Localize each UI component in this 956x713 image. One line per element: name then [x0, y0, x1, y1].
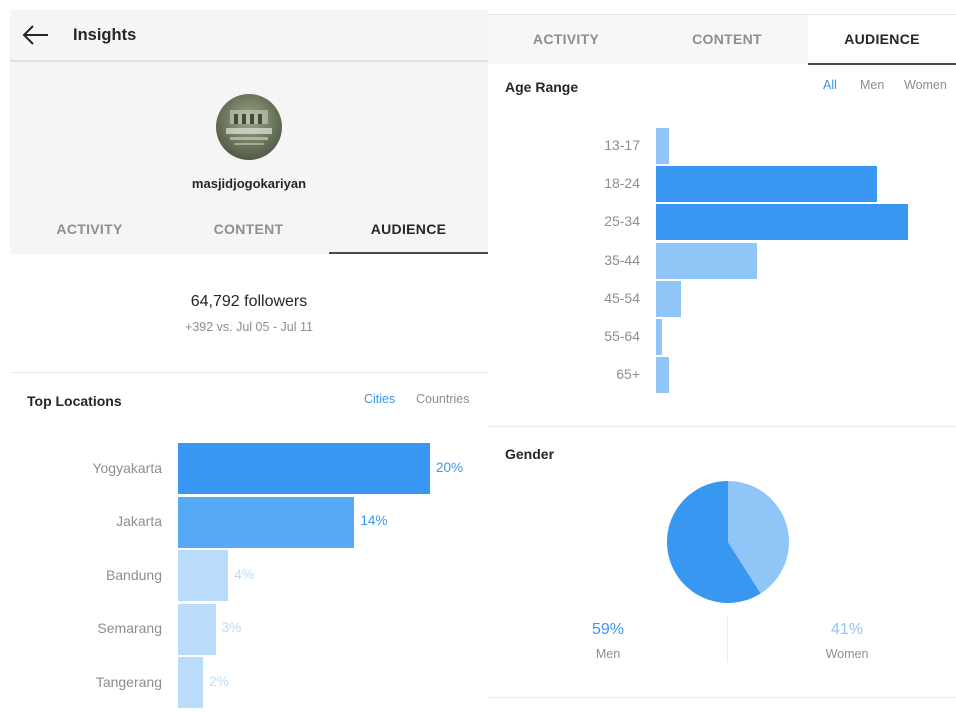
- age-men-toggle[interactable]: Men: [860, 78, 884, 92]
- location-label: Bandung: [105, 566, 162, 583]
- age-range-bar: [656, 128, 669, 164]
- gender-title: Gender: [505, 446, 555, 462]
- divider: [727, 616, 728, 662]
- followers-growth: +392 vs. Jul 05 - Jul 11: [185, 320, 313, 334]
- location-label: Jakarta: [116, 513, 162, 529]
- page-title: Insights: [73, 26, 137, 44]
- arrow-left-icon[interactable]: [22, 23, 50, 47]
- age-range-label: 65+: [616, 366, 640, 383]
- gender-men-value: 59%: [591, 621, 625, 638]
- mosque-logo-icon: [226, 110, 272, 145]
- age-range-label: 45-54: [604, 289, 640, 306]
- location-percent: 3%: [221, 620, 242, 635]
- age-range-label: 18-24: [604, 175, 640, 192]
- tab-activity[interactable]: ACTIVITY: [488, 15, 644, 65]
- gender-men-label: Men: [595, 647, 621, 661]
- location-bar: [178, 603, 216, 655]
- tab-audience[interactable]: AUDIENCE: [329, 212, 488, 254]
- age-range-title: Age Range: [505, 79, 579, 95]
- age-range-bar: [656, 204, 908, 241]
- age-women-toggle[interactable]: Women: [904, 78, 947, 92]
- location-percent: 20%: [436, 459, 464, 475]
- location-percent: 4%: [234, 566, 254, 582]
- gender-women-label: Women: [825, 647, 869, 661]
- tab-activity[interactable]: ACTIVITY: [10, 212, 169, 254]
- top-locations-title: Top Locations: [27, 393, 122, 409]
- location-bar: [178, 496, 355, 548]
- avatar[interactable]: [216, 94, 282, 160]
- cities-toggle[interactable]: Cities: [364, 392, 395, 406]
- right-panel: ACTIVITY CONTENT AUDIENCE Age Range All …: [488, 0, 956, 713]
- location-percent: 2%: [209, 673, 229, 689]
- username: masjidjogokariyan: [191, 176, 307, 191]
- location-bar: [178, 443, 430, 494]
- location-label: Semarang: [97, 620, 162, 636]
- location-bar: [178, 550, 229, 601]
- gender-women-value: 41%: [830, 621, 864, 638]
- gender-pie-chart: [667, 481, 789, 603]
- age-range-bar: [656, 166, 877, 203]
- insights-header: Insights: [10, 10, 488, 62]
- age-range-label: 35-44: [604, 251, 640, 268]
- age-range-bar: [656, 242, 757, 279]
- tab-bar: ACTIVITY CONTENT AUDIENCE: [10, 212, 488, 254]
- divider: [10, 372, 488, 373]
- location-label: Tangerang: [95, 673, 162, 690]
- location-label: Yogyakarta: [92, 459, 162, 476]
- divider: [488, 426, 956, 427]
- left-panel: Insights masjidjogokariyan ACTIVITY CONT…: [10, 0, 488, 713]
- location-percent: 14%: [360, 513, 388, 528]
- divider: [488, 697, 956, 698]
- tab-content[interactable]: CONTENT: [649, 15, 805, 65]
- followers-count: 64,792 followers: [190, 293, 308, 310]
- tab-bar: ACTIVITY CONTENT AUDIENCE: [488, 14, 956, 65]
- age-range-bar: [656, 357, 669, 394]
- age-range-bar: [656, 280, 682, 317]
- age-range-label: 25-34: [604, 213, 640, 230]
- age-all-toggle[interactable]: All: [823, 78, 837, 92]
- profile-section: masjidjogokariyan ACTIVITY CONTENT AUDIE…: [10, 62, 488, 254]
- tab-content[interactable]: CONTENT: [169, 212, 328, 254]
- tab-audience[interactable]: AUDIENCE: [808, 15, 956, 65]
- age-range-label: 55-64: [604, 328, 640, 344]
- age-range-bar: [656, 319, 663, 355]
- age-range-label: 13-17: [604, 137, 640, 153]
- countries-toggle[interactable]: Countries: [416, 392, 470, 406]
- location-bar: [178, 657, 204, 708]
